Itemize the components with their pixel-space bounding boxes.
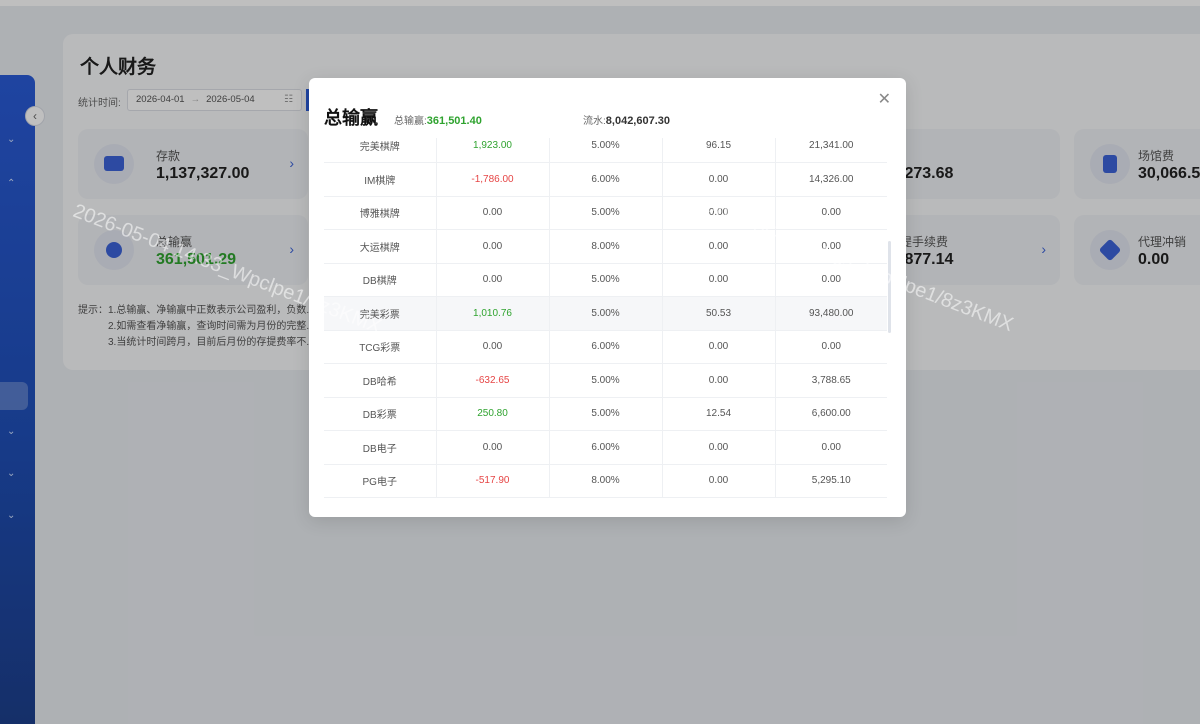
flow-cell: 0.00	[775, 196, 887, 230]
fee-cell: 0.00	[662, 330, 776, 364]
flow-cell: 21,341.00	[775, 138, 887, 163]
win-loss-cell: 1,010.76	[436, 296, 550, 331]
table-row[interactable]: DB棋牌 0.00 5.00% 0.00 0.00	[324, 263, 887, 297]
win-loss-cell: 250.80	[436, 397, 550, 431]
venue-name-cell: DB电子	[324, 430, 437, 465]
flow-cell: 5,295.10	[775, 464, 887, 498]
venue-name-cell: DB彩票	[324, 397, 437, 431]
win-loss-cell: 0.00	[436, 196, 550, 230]
fee-cell: 0.00	[662, 363, 776, 398]
flow-cell: 0.00	[775, 229, 887, 264]
table-scrollbar[interactable]	[888, 241, 891, 333]
rate-cell: 5.00%	[549, 397, 663, 431]
flow-value: 8,042,607.30	[605, 115, 671, 127]
flow-cell: 0.00	[775, 430, 887, 465]
rate-cell: 5.00%	[549, 196, 663, 230]
venue-name-cell: 完美棋牌	[324, 138, 437, 163]
venue-name-cell: PG电子	[324, 464, 437, 498]
rate-cell: 6.00%	[549, 430, 663, 465]
venue-table[interactable]: 完美棋牌 1,923.00 5.00% 96.15 21,341.00 IM棋牌 -1,78…	[324, 138, 887, 499]
modal-flow-summary: 流水:8,042,607.30	[583, 112, 670, 127]
win-loss-cell: 0.00	[436, 229, 550, 264]
rate-cell: 5.00%	[549, 296, 663, 331]
venue-name-cell: 完美彩票	[324, 296, 437, 331]
fee-cell: 0.00	[662, 162, 776, 197]
flow-cell: 0.00	[775, 330, 887, 364]
rate-cell: 5.00%	[549, 263, 663, 297]
fee-cell: 12.54	[662, 397, 776, 431]
venue-name-cell: DB棋牌	[324, 263, 437, 297]
total-value: 361,501.40	[426, 115, 482, 127]
rate-cell: 5.00%	[549, 138, 663, 163]
total-win-loss-modal: 总输赢 总输赢:361,501.40 流水:8,042,607.30 ✕ 完美棋…	[309, 78, 906, 517]
win-loss-cell: 0.00	[436, 263, 550, 297]
rate-cell: 8.00%	[549, 229, 663, 264]
total-label: 总输赢:	[394, 116, 427, 127]
win-loss-cell: 1,923.00	[436, 138, 550, 163]
fee-cell: 0.00	[662, 464, 776, 498]
rate-cell: 5.00%	[549, 363, 663, 398]
flow-cell: 6,600.00	[775, 397, 887, 431]
rate-cell: 6.00%	[549, 330, 663, 364]
fee-cell: 0.00	[662, 196, 776, 230]
flow-label: 流水:	[583, 116, 606, 127]
flow-cell: 3,788.65	[775, 363, 887, 398]
venue-name-cell: DB哈希	[324, 363, 437, 398]
venue-name-cell: IM棋牌	[324, 162, 437, 197]
venue-name-cell: 博雅棋牌	[324, 196, 437, 230]
fee-cell: 96.15	[662, 138, 776, 163]
fee-cell: 0.00	[662, 229, 776, 264]
venue-name-cell: 大运棋牌	[324, 229, 437, 264]
rate-cell: 6.00%	[549, 162, 663, 197]
modal-total-summary: 总输赢:361,501.40	[394, 112, 482, 127]
table-row[interactable]: DB电子 0.00 6.00% 0.00 0.00	[324, 430, 887, 465]
table-row[interactable]: IM棋牌 -1,786.00 6.00% 0.00 14,326.00	[324, 162, 887, 197]
table-row[interactable]: 完美彩票 1,010.76 5.00% 50.53 93,480.00	[324, 296, 887, 331]
table-row[interactable]: DB哈希 -632.65 5.00% 0.00 3,788.65	[324, 363, 887, 398]
table-row[interactable]: TCG彩票 0.00 6.00% 0.00 0.00	[324, 330, 887, 364]
win-loss-cell: 0.00	[436, 330, 550, 364]
win-loss-cell: -632.65	[436, 363, 550, 398]
modal-title: 总输赢	[324, 108, 378, 128]
fee-cell: 0.00	[662, 430, 776, 465]
win-loss-cell: -517.90	[436, 464, 550, 498]
table-row[interactable]: DB彩票 250.80 5.00% 12.54 6,600.00	[324, 397, 887, 431]
flow-cell: 14,326.00	[775, 162, 887, 197]
table-row[interactable]: PG电子 -517.90 8.00% 0.00 5,295.10	[324, 464, 887, 498]
venue-name-cell: TCG彩票	[324, 330, 437, 364]
flow-cell: 93,480.00	[775, 296, 887, 331]
fee-cell: 0.00	[662, 263, 776, 297]
close-icon[interactable]: ✕	[878, 92, 891, 108]
flow-cell: 0.00	[775, 263, 887, 297]
win-loss-cell: -1,786.00	[436, 162, 550, 197]
table-row[interactable]: 大运棋牌 0.00 8.00% 0.00 0.00	[324, 229, 887, 264]
fee-cell: 50.53	[662, 296, 776, 331]
table-row[interactable]: 博雅棋牌 0.00 5.00% 0.00 0.00	[324, 196, 887, 230]
win-loss-cell: 0.00	[436, 430, 550, 465]
table-row[interactable]: 完美棋牌 1,923.00 5.00% 96.15 21,341.00	[324, 138, 887, 163]
rate-cell: 8.00%	[549, 464, 663, 498]
